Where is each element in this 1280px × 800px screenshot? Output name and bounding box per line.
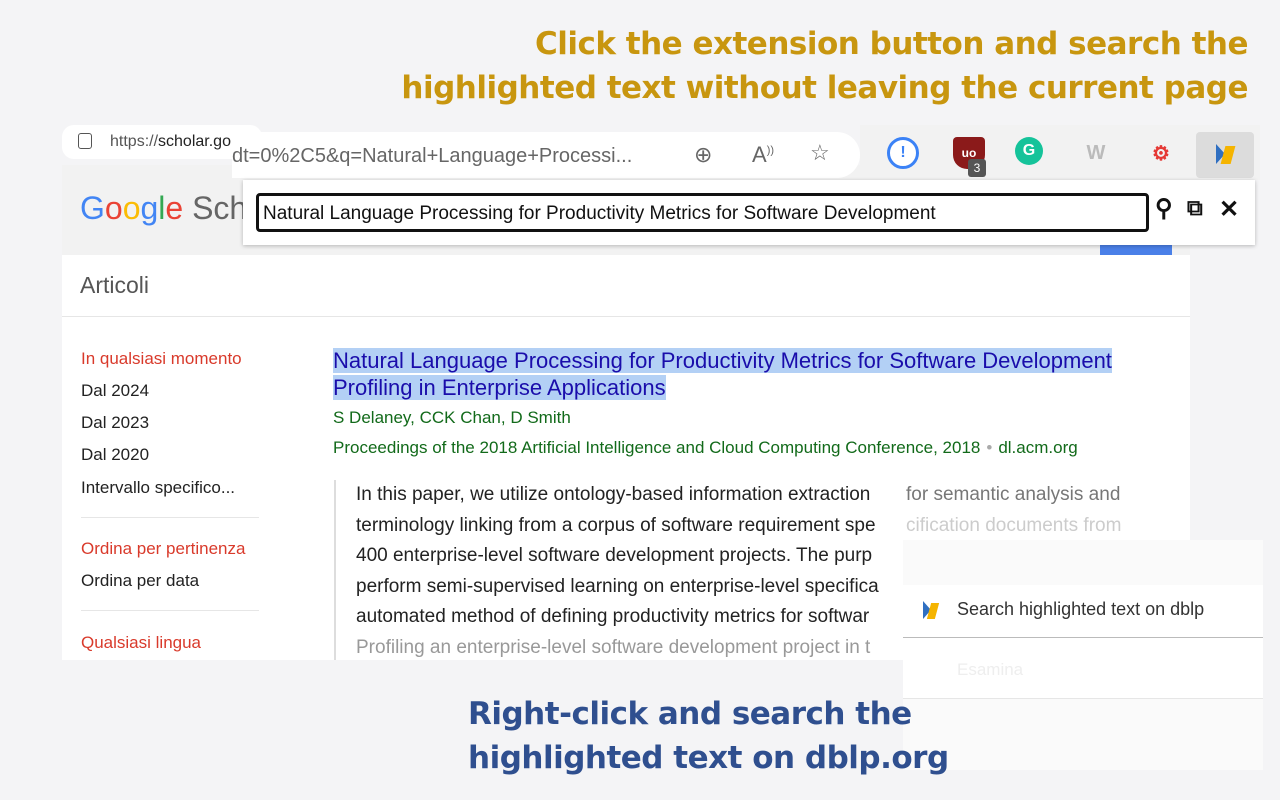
abstract-overflow: for semantic analysis and cification doc… [906, 480, 1121, 541]
extensions-bar: ! uo 3 G W ⚙ [860, 125, 1260, 180]
result-abstract: In this paper, we utilize ontology-based… [334, 480, 904, 660]
logo-letter: G [80, 190, 105, 226]
abstract-line: Profiling an enterprise-level software d… [356, 636, 871, 658]
filter-since-2020[interactable]: Dal 2020 [81, 445, 149, 465]
abstract-line: perform semi-supervised learning on ente… [356, 575, 879, 597]
section-title: Articoli [80, 272, 150, 298]
divider [62, 316, 1190, 317]
caption-line2: highlighted text on dblp.org [468, 740, 949, 776]
open-external-icon[interactable]: ⧉ [1187, 195, 1203, 221]
abstract-overflow-line: for semantic analysis and [906, 484, 1121, 505]
password-manager-icon[interactable]: ! [887, 137, 919, 169]
dblp-search-popup: Natural Language Processing for Producti… [243, 180, 1255, 245]
caption: Right-click and search the highlighted t… [468, 692, 949, 780]
search-gear-icon[interactable]: ⚙ [1145, 137, 1177, 169]
logo-text: Sch [183, 190, 248, 226]
divider [81, 610, 259, 611]
google-scholar-logo[interactable]: Google Sch [80, 190, 247, 227]
w-extension-icon[interactable]: W [1080, 137, 1112, 169]
result-title-line2[interactable]: Profiling in Enterprise Applications [333, 375, 666, 400]
abstract-overflow-line: cification documents from [906, 514, 1122, 536]
menu-item-search-dblp[interactable]: Search highlighted text on dblp [903, 585, 1263, 637]
filter-since-2024[interactable]: Dal 2024 [81, 381, 149, 401]
result-venue: Proceedings of the 2018 Artificial Intel… [333, 438, 1078, 458]
menu-item-inspect[interactable]: Esamina [903, 638, 1263, 698]
separator-dot: • [986, 438, 993, 457]
address-bar-overlay[interactable]: dt=0%2C5&q=Natural+Language+Processi... … [232, 132, 860, 178]
abstract-line: 400 enterprise-level software developmen… [356, 545, 873, 566]
source-link[interactable]: dl.acm.org [998, 438, 1077, 457]
url-prefix: https:// [110, 133, 159, 150]
sort-date[interactable]: Ordina per data [81, 571, 199, 591]
abstract-line: In this paper, we utilize ontology-based… [356, 484, 871, 505]
url-host: scholar.go [158, 133, 231, 150]
lock-icon [78, 133, 92, 149]
url-text: dt=0%2C5&q=Natural+Language+Processi... [232, 145, 633, 167]
context-menu: Search highlighted text on dblp Esamina [903, 540, 1263, 770]
headline-line2: highlighted text without leaving the cur… [401, 70, 1248, 106]
sort-relevance[interactable]: Ordina per pertinenza [81, 539, 245, 559]
read-aloud-icon[interactable]: A)) [752, 142, 774, 168]
headline-line1: Click the extension button and search th… [534, 26, 1249, 62]
dblp-extension-button[interactable] [1196, 132, 1254, 178]
filter-since-2023[interactable]: Dal 2023 [81, 413, 149, 433]
menu-item-label: Search highlighted text on dblp [957, 599, 1205, 619]
logo-letter: o [104, 190, 123, 226]
logo-letter: o [122, 190, 141, 226]
zoom-in-icon[interactable]: ⊕ [694, 142, 712, 168]
result-authors[interactable]: S Delaney, CCK Chan, D Smith [333, 408, 571, 428]
close-icon[interactable]: ✕ [1219, 195, 1239, 224]
result-title-line1[interactable]: Natural Language Processing for Producti… [333, 348, 1112, 373]
ublock-badge: 3 [968, 159, 986, 177]
logo-letter: e [165, 190, 184, 226]
star-icon[interactable]: ☆ [810, 140, 830, 166]
result-title[interactable]: Natural Language Processing for Producti… [333, 347, 1112, 401]
filter-any-language[interactable]: Qualsiasi lingua [81, 633, 201, 653]
headline: Click the extension button and search th… [401, 22, 1248, 110]
filter-custom-range[interactable]: Intervallo specifico... [81, 478, 235, 498]
menu-divider [903, 698, 1263, 699]
filter-any-time[interactable]: In qualsiasi momento [81, 349, 242, 369]
search-input[interactable]: Natural Language Processing for Producti… [256, 193, 1149, 232]
grammarly-icon[interactable]: G [1015, 137, 1043, 165]
venue-text: Proceedings of the 2018 Artificial Intel… [333, 438, 981, 457]
abstract-line: automated method of defining productivit… [356, 606, 870, 627]
divider [81, 517, 259, 518]
caption-line1: Right-click and search the [468, 696, 912, 732]
logo-letter: g [140, 190, 159, 226]
search-icon[interactable]: ⚲ [1155, 194, 1173, 223]
abstract-line: terminology linking from a corpus of sof… [356, 514, 876, 536]
